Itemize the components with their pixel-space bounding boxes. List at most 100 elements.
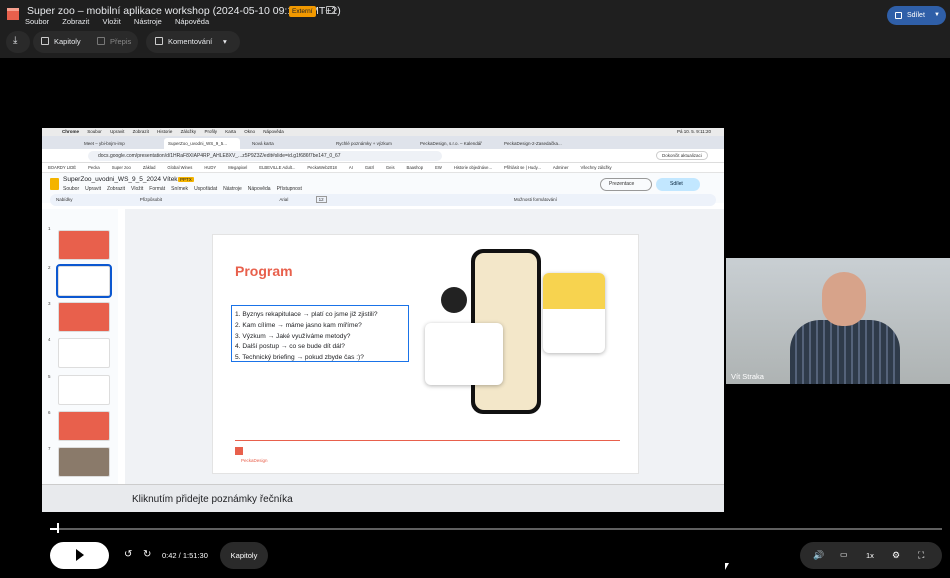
slides-logo-icon xyxy=(50,178,59,190)
thumb-number: 6 xyxy=(48,410,51,415)
bookmark: Všechny záložky xyxy=(580,165,612,170)
download-button[interactable]: ⤓ xyxy=(6,31,30,53)
browser-address-bar: docs.google.com/presentation/d/1HRaF8XIA… xyxy=(42,149,724,163)
format-options: Možnosti formátování xyxy=(513,197,557,202)
slides-menu-item: Formát xyxy=(149,186,166,192)
play-button[interactable] xyxy=(50,542,109,569)
menu-tools[interactable]: Nástroje xyxy=(134,17,162,26)
person-body xyxy=(790,320,900,384)
slide-thumbnail xyxy=(58,375,110,405)
menu-view[interactable]: Zobrazit xyxy=(62,17,89,26)
menu-help[interactable]: Nápověda xyxy=(175,17,209,26)
pptx-badge: PPTX xyxy=(178,177,194,182)
folder-icon[interactable] xyxy=(326,6,335,14)
bookmark: PeckaWeb2018 xyxy=(307,165,337,170)
bookmark: AI xyxy=(348,165,353,170)
rewind-10-icon[interactable]: ↺ xyxy=(124,549,132,560)
slides-menu-item: Upravit xyxy=(85,186,101,192)
mac-menu-item: Profily xyxy=(204,129,217,134)
notes-placeholder: Kliknutím přidejte poznámky řečníka xyxy=(132,494,293,505)
play-icon xyxy=(76,549,84,561)
fit-zoom: Přizpůsobit xyxy=(139,197,163,202)
speaker-notes: Kliknutím přidejte poznámky řečníka xyxy=(42,484,724,512)
download-icon: ⤓ xyxy=(13,35,18,46)
slides-doc-title: SuperZoo_uvodni_WS_9_5_2024 Vítek xyxy=(63,176,178,183)
bookmark: HUDY xyxy=(204,165,217,170)
bookmark: Přihlásit se | Hudy... xyxy=(504,165,541,170)
bookmark: EW xyxy=(435,165,442,170)
thumb-number: 3 xyxy=(48,301,51,306)
chevron-down-icon: ▼ xyxy=(934,12,940,18)
thumb-number: 7 xyxy=(48,446,51,451)
browser-tab-active: SuperZoo_uvodni_WS_9_5... xyxy=(164,138,240,149)
slide-thumbnail xyxy=(58,338,110,368)
lock-icon xyxy=(895,12,902,19)
fullscreen-icon[interactable]: ⛶ xyxy=(918,550,924,561)
slide-thumbnail xyxy=(58,447,110,477)
chapters-button[interactable]: Kapitoly xyxy=(220,542,268,569)
present-button: Prezentace xyxy=(600,178,652,191)
volume-icon[interactable]: 🔊 xyxy=(813,550,824,561)
speed-button[interactable]: 1x xyxy=(866,551,874,560)
external-badge: Externí xyxy=(289,6,316,17)
menu-bar: Soubor Zobrazit Vložit Nástroje Nápověda xyxy=(25,17,220,26)
bookmark: Megapixel xyxy=(228,165,248,170)
font-size: 12 xyxy=(315,196,327,203)
app-header: Super zoo – mobilní aplikace workshop (2… xyxy=(0,0,950,30)
scrub-handle[interactable] xyxy=(57,523,59,533)
bookmark: Základ xyxy=(142,165,156,170)
slides-menu-item: Snímek xyxy=(171,186,189,192)
slides-menu-item: Nápověda xyxy=(247,186,271,192)
participant-video: Vít Straka xyxy=(726,258,950,384)
bookmark: Super zoo xyxy=(111,165,131,170)
chapters-icon xyxy=(41,37,49,45)
mac-clock: Pá 10. 5. 9:11:20 xyxy=(677,129,711,134)
chat-bubble-icon xyxy=(441,287,467,313)
thumb-number: 5 xyxy=(48,374,51,379)
bookmarks-bar: BOARDY LIDÉ Pecka Super zoo Základ Global Wi… xyxy=(42,163,724,173)
mac-menu-item: Nápověda xyxy=(263,129,284,134)
gear-icon[interactable]: ⚙ xyxy=(892,550,900,561)
chapters-tab[interactable]: Kapitoly xyxy=(54,37,81,46)
thumb-number: 4 xyxy=(48,337,51,342)
mac-menu-item: Historie xyxy=(157,129,173,134)
bookmark: ELBEVILLE Adult... xyxy=(259,165,296,170)
browser-tab: Nová karta xyxy=(252,141,274,146)
share-button[interactable]: Sdílet ▼ xyxy=(887,6,946,25)
transcript-tab[interactable]: Přepis xyxy=(110,37,131,46)
comment-label: Komentování xyxy=(168,37,213,46)
slide-filmstrip: 1 2 3 4 5 6 7 8 xyxy=(42,209,118,499)
bookmark: Historie objednáve... xyxy=(453,165,493,170)
clapperboard-logo-icon xyxy=(7,8,19,20)
thumb-number: 2 xyxy=(48,265,51,270)
mac-menu-item: Karta xyxy=(225,129,236,134)
bookmark: Pecka xyxy=(88,165,100,170)
slides-menu-bar: Soubor Upravit Zobrazit Vložit Formát Snímek U… xyxy=(63,186,308,192)
menu-insert[interactable]: Vložit xyxy=(102,17,120,26)
chevron-down-icon[interactable]: ▾ xyxy=(223,37,227,46)
mac-menu-item: Upravit xyxy=(110,129,125,134)
right-controls: 🔊 ▭ 1x ⚙ ⛶ xyxy=(800,542,942,569)
mac-menu-item: Chrome xyxy=(62,129,80,134)
captions-icon[interactable]: ▭ xyxy=(840,550,848,559)
comment-button[interactable]: Komentování ▾ xyxy=(146,31,240,53)
slides-menu-item: Zobrazit xyxy=(106,186,126,192)
mac-menu-item: Záložky xyxy=(180,129,197,134)
person-head xyxy=(822,272,866,326)
forward-10-icon[interactable]: ↻ xyxy=(143,549,151,560)
url-field: docs.google.com/presentation/d/1HRaF8XIA… xyxy=(88,151,442,161)
mac-menu-item: Okno xyxy=(244,129,256,134)
agenda-item: 1. Byznys rekapitulace → platí co jsme j… xyxy=(235,311,378,318)
agenda-item: 4. Další postup → co se bude dít dál? xyxy=(235,343,345,351)
browser-tab: PeckaDesign-2-Zasedačka... xyxy=(504,141,562,146)
share-label: Sdílet xyxy=(907,12,925,19)
menu-file[interactable]: Soubor xyxy=(25,17,49,26)
slides-toolbar: Nabídky Přizpůsobit Arial 12 Možnosti fo… xyxy=(50,194,716,206)
mouse-cursor-icon xyxy=(725,563,729,570)
browser-tab-strip: Meet – ybi-bnjm-imp SuperZoo_uvodni_WS_9… xyxy=(42,136,724,149)
logo-text: PeckaDesign xyxy=(241,458,268,463)
slides-menu-item: Soubor xyxy=(63,186,80,192)
progress-bar[interactable] xyxy=(50,528,942,530)
bookmark: BOARDY LIDÉ xyxy=(48,165,77,170)
transcript-icon xyxy=(97,37,105,45)
